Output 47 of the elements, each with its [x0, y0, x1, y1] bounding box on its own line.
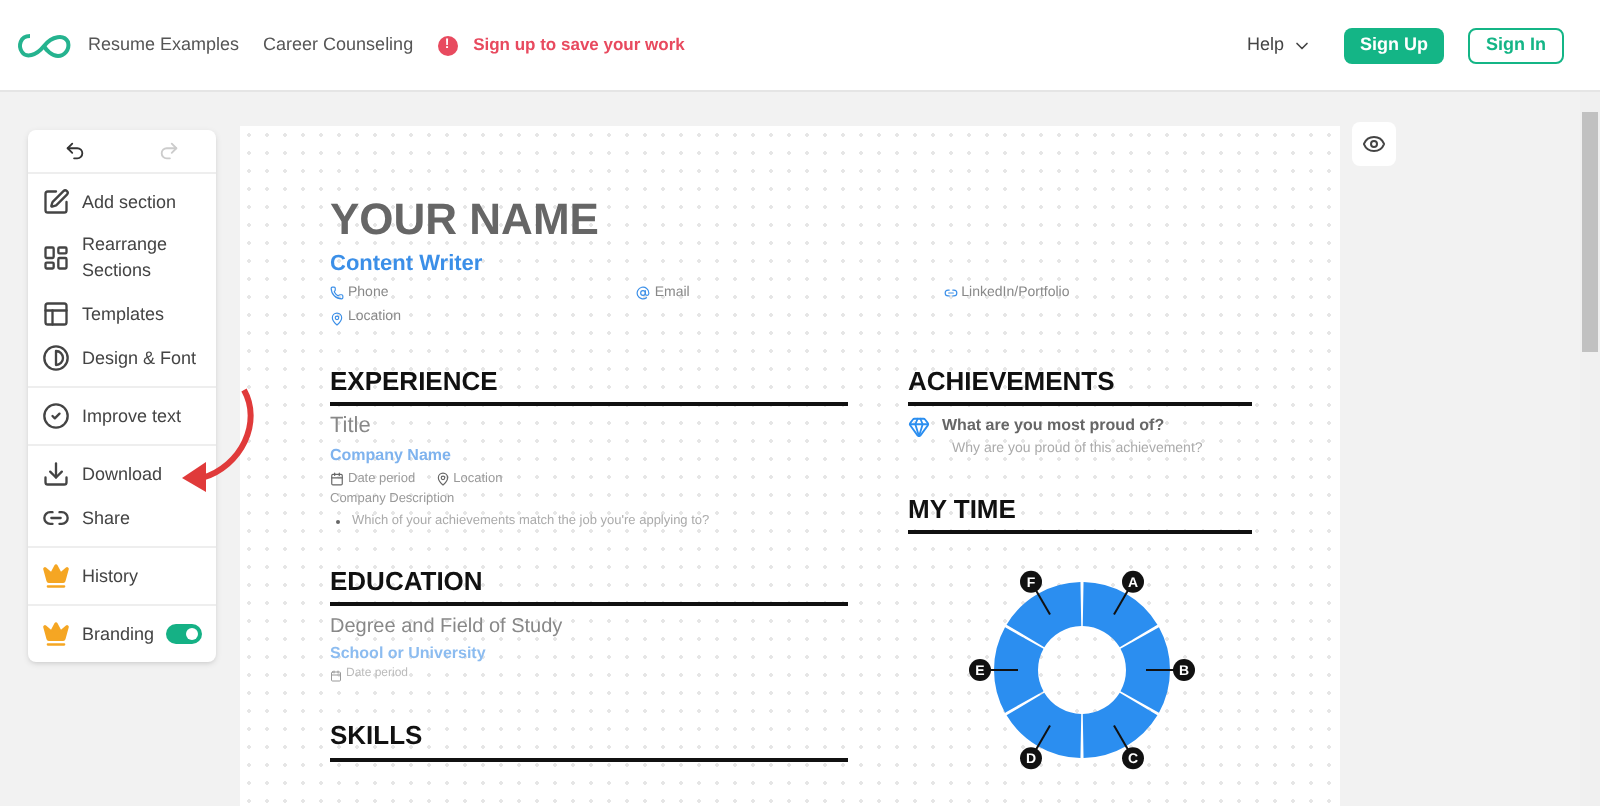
- help-menu[interactable]: Help: [1246, 31, 1312, 59]
- menu-item[interactable]: Rearrange Sections: [82, 232, 202, 284]
- school-name: School or University: [330, 642, 488, 667]
- diamond-icon: [908, 415, 930, 437]
- position-title: Title: [330, 412, 373, 442]
- check-circle-icon: [42, 402, 70, 430]
- menu-item[interactable]: Design & Font: [82, 345, 197, 371]
- section-heading: EDUCATION: [330, 561, 848, 607]
- redo-icon[interactable]: [158, 140, 180, 162]
- edit-icon: [42, 188, 70, 216]
- calendar-icon: [330, 669, 342, 682]
- resume-name: YOUR NAME: [330, 198, 601, 242]
- eye-icon: [1362, 132, 1386, 156]
- menu-item[interactable]: Templates: [82, 301, 165, 327]
- logo-icon[interactable]: [16, 31, 72, 59]
- preview-button[interactable]: [1352, 122, 1396, 166]
- pin-icon: [435, 471, 450, 486]
- menu-item[interactable]: Add section: [82, 189, 177, 215]
- download-icon: [42, 460, 70, 488]
- section-heading: EXPERIENCE: [330, 361, 848, 406]
- achievement-title: What are you most proud of?: [942, 414, 1165, 438]
- section-heading: SKILLS: [330, 716, 848, 762]
- crown-icon: [42, 562, 70, 590]
- section-heading: ACHIEVEMENTS: [908, 361, 1252, 406]
- at-icon: [636, 286, 651, 301]
- menu-item[interactable]: Download: [82, 461, 163, 487]
- section-heading: MY TIME: [908, 489, 1252, 534]
- toggle-switch[interactable]: [166, 624, 203, 644]
- save-warning[interactable]: Sign up to save your work: [473, 32, 685, 58]
- template-icon: [42, 300, 70, 328]
- pin-icon: [330, 311, 344, 326]
- layout-icon: [42, 244, 70, 272]
- menu-item[interactable]: Branding: [82, 621, 155, 647]
- undo-icon[interactable]: [64, 140, 86, 162]
- degree-text: Degree and Field of Study: [330, 614, 565, 643]
- nav-link[interactable]: Career Counseling: [263, 31, 414, 59]
- crown-icon: [42, 620, 70, 648]
- phone-icon: [330, 286, 344, 301]
- menu-item[interactable]: Improve text: [82, 403, 182, 429]
- calendar-icon: [330, 471, 344, 486]
- job-title: Content Writer: [330, 250, 485, 280]
- menu-item[interactable]: Share: [82, 505, 131, 531]
- link-icon: [943, 286, 958, 301]
- contrast-icon: [42, 344, 70, 372]
- nav-link[interactable]: Resume Examples: [88, 31, 240, 59]
- company-name: Company Name: [330, 443, 453, 467]
- menu-item[interactable]: History: [82, 563, 139, 589]
